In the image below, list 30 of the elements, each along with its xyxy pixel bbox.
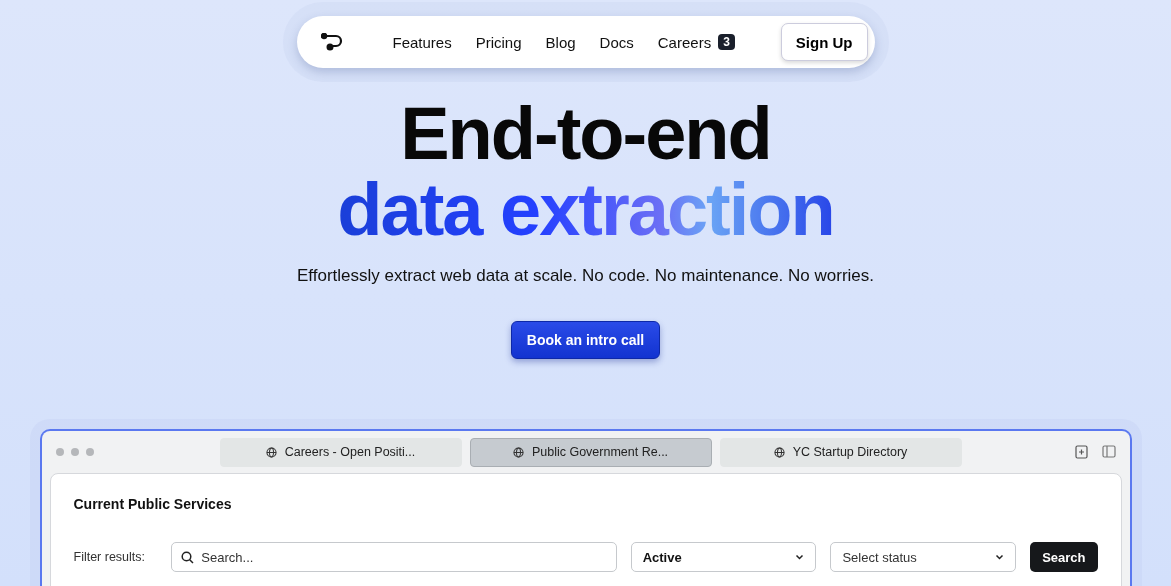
sign-up-button[interactable]: Sign Up xyxy=(780,23,868,61)
globe-icon xyxy=(773,446,785,458)
window-dot xyxy=(85,448,94,456)
nav-link[interactable]: Careers 3 xyxy=(657,33,735,51)
window-dot xyxy=(70,448,79,456)
chevron-down-icon xyxy=(795,554,805,560)
panel-title: Current Public Services xyxy=(73,496,233,512)
new-tab-icon[interactable] xyxy=(1074,445,1088,459)
browser-tab[interactable]: YC Startup Directory xyxy=(719,437,962,467)
intro-call-button[interactable]: Book an intro call xyxy=(510,321,661,359)
status-select[interactable]: Select status xyxy=(830,542,1017,572)
search-button[interactable]: Search xyxy=(1030,542,1098,572)
count-badge: 3 xyxy=(718,34,735,50)
filter-label: Filter results: xyxy=(73,550,147,564)
browser-tab[interactable]: Careers - Open Positi... xyxy=(219,437,462,467)
window-dot xyxy=(55,448,64,456)
globe-icon xyxy=(265,446,277,458)
search-field[interactable]: Search... xyxy=(171,542,617,572)
chevron-down-icon xyxy=(995,554,1005,560)
sidebar-icon[interactable] xyxy=(1101,445,1116,458)
hero-subtitle: Effortlessly extract web data at scale. No code. No maintenance. No worries. xyxy=(297,266,874,286)
nav-link[interactable]: Blog xyxy=(545,33,576,51)
logo-icon xyxy=(320,33,345,51)
browser-tab[interactable]: Public Government Re... xyxy=(469,437,712,467)
nav-link[interactable]: Pricing xyxy=(475,33,522,51)
type-select[interactable]: Active xyxy=(630,542,817,572)
nav-link[interactable]: Features xyxy=(392,33,452,51)
globe-icon xyxy=(512,446,524,458)
nav-link[interactable]: Docs xyxy=(599,33,634,51)
hero-title: End-to-end xyxy=(400,96,771,172)
